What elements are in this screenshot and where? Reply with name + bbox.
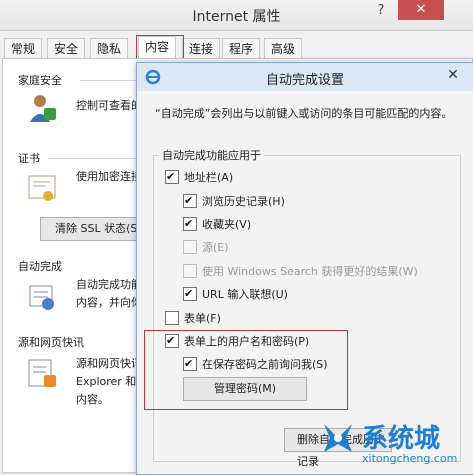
autocomplete-text-line2: 内容，并向你 <box>76 296 142 309</box>
options-group-label: 自动完成功能应用于 <box>159 147 264 163</box>
option-row: 源(E) <box>183 239 229 257</box>
autocomplete-settings-dialog: 自动完成设置 ✕ “自动完成”会列出与以前键入或访问的条目可能匹配的内容。 自动… <box>136 62 473 475</box>
manage-passwords-button[interactable]: 管理密码(M) <box>183 377 307 401</box>
tab-privacy[interactable]: 隐私 <box>90 38 129 59</box>
option-row[interactable]: URL 输入联想(U) <box>183 285 288 304</box>
checkbox[interactable] <box>183 215 197 233</box>
feeds-heading: 源和网页快讯 <box>18 336 84 349</box>
option-row: 使用 Windows Search 获得更好的结果(W) <box>183 263 418 281</box>
watermark-brand: 系统城 <box>362 424 441 454</box>
help-button[interactable]: ? <box>370 3 392 23</box>
dialog-title-bar: 自动完成设置 ✕ <box>137 63 473 91</box>
option-row[interactable]: 收藏夹(V) <box>183 215 252 234</box>
feeds-icon <box>26 357 60 391</box>
checkbox <box>183 264 197 278</box>
feeds-text-line3: 内容。 <box>76 393 109 406</box>
divider <box>48 158 136 159</box>
option-row[interactable]: 表单(F) <box>165 310 221 328</box>
option-label: 使用 Windows Search 获得更好的结果(W) <box>202 265 418 278</box>
option-row[interactable]: 地址栏(A) <box>165 168 234 187</box>
autocomplete-icon <box>26 280 60 314</box>
dialog-description: “自动完成”会列出与以前键入或访问的条目可能匹配的内容。 <box>155 107 453 120</box>
option-label: 浏览历史记录(H) <box>202 195 285 208</box>
autocomplete-text-line1: 自动完成功能 <box>76 278 142 291</box>
certificates-heading: 证书 <box>18 152 40 165</box>
option-label: 表单(F) <box>184 312 221 325</box>
tab-connections[interactable]: 连接 <box>182 38 221 59</box>
family-safety-text: 控制可查看的 <box>76 99 142 112</box>
option-row[interactable]: 浏览历史记录(H) <box>183 192 285 211</box>
close-button[interactable]: ✕ <box>398 0 444 20</box>
certificates-text: 使用加密连接 <box>76 170 142 183</box>
family-safety-heading: 家庭安全 <box>18 74 62 87</box>
divider <box>80 80 136 81</box>
option-label: URL 输入联想(U) <box>202 288 288 301</box>
watermark-url: xitongcheng.com <box>362 452 458 465</box>
tab-advanced[interactable]: 高级 <box>264 38 303 59</box>
autocomplete-heading: 自动完成 <box>18 260 62 273</box>
option-label: 收藏夹(V) <box>202 218 252 231</box>
checkbox[interactable] <box>165 311 179 325</box>
checkbox[interactable] <box>183 192 197 210</box>
option-label: 源(E) <box>202 241 229 254</box>
dialog-close-button[interactable]: ✕ <box>441 67 465 85</box>
tab-programs[interactable]: 程序 <box>222 38 261 59</box>
checkbox <box>183 240 197 254</box>
tab-general[interactable]: 常规 <box>4 38 43 59</box>
title-bar: Internet 属性 ? ✕ <box>0 0 473 31</box>
family-safety-icon <box>26 92 60 126</box>
option-label: 地址栏(A) <box>184 171 234 184</box>
certificate-icon <box>26 172 60 206</box>
watermark-logo <box>318 418 358 458</box>
feeds-text-line1: 源和网页快讯 <box>76 357 142 370</box>
tab-security[interactable]: 安全 <box>47 38 86 59</box>
dialog-title: 自动完成设置 <box>265 73 344 88</box>
feeds-text-line2: Explorer 和 <box>76 375 137 388</box>
checkbox[interactable] <box>165 168 179 186</box>
tab-highlight-box <box>136 35 184 59</box>
checkbox[interactable] <box>183 285 197 303</box>
